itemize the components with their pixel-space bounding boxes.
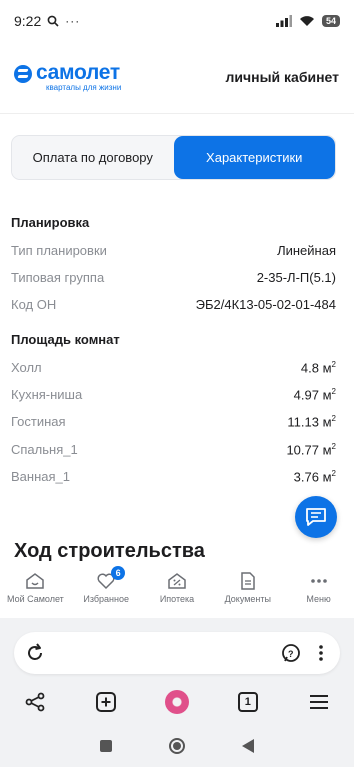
area-row-living: Гостиная 11.13 м2 xyxy=(11,414,336,429)
logo-mark-icon xyxy=(14,65,32,83)
row-value: 4.97 м2 xyxy=(293,387,336,403)
row-value: 11.13 м2 xyxy=(287,414,336,430)
personal-cabinet-link[interactable]: личный кабинет xyxy=(226,69,340,85)
nav-favorites[interactable]: 6 Избранное xyxy=(73,566,139,604)
tab-payment[interactable]: Оплата по договору xyxy=(12,136,174,179)
layout-row-group: Типовая группа 2-35-Л-П(5.1) xyxy=(11,270,336,285)
row-value: 10.77 м2 xyxy=(286,442,336,458)
row-label: Гостиная xyxy=(11,414,66,430)
row-label: Ванная_1 xyxy=(11,469,70,485)
row-value: 4.8 м2 xyxy=(300,360,336,376)
tab-count: 1 xyxy=(237,692,258,712)
browser-menu-button[interactable] xyxy=(301,687,337,717)
nav-mortgage[interactable]: Ипотека xyxy=(144,572,210,604)
home-system-button[interactable] xyxy=(162,731,192,761)
search-icon xyxy=(47,15,59,27)
row-label: Тип планировки xyxy=(11,243,107,258)
svg-text:?: ? xyxy=(288,649,294,659)
status-bar: 9:22 ··· 54 xyxy=(0,0,354,42)
nav-menu[interactable]: Меню xyxy=(286,572,352,604)
layout-section-title: Планировка xyxy=(11,215,90,230)
tabs-button[interactable]: 1 xyxy=(230,687,266,717)
back-system-button[interactable] xyxy=(233,731,263,761)
new-tab-button[interactable] xyxy=(88,687,124,717)
logo-name: самолет xyxy=(36,61,120,84)
status-time: 9:22 xyxy=(14,13,42,29)
share-button[interactable] xyxy=(17,687,53,717)
wifi-icon xyxy=(299,16,314,26)
recents-button[interactable] xyxy=(91,731,121,761)
area-section-title: Площадь комнат xyxy=(11,332,120,347)
browser-address-bar[interactable]: ? xyxy=(14,632,340,674)
battery-indicator: 54 xyxy=(321,15,340,27)
share-icon xyxy=(25,692,45,712)
row-label: Код ОН xyxy=(11,297,57,312)
area-row-bathroom: Ванная_1 3.76 м2 xyxy=(11,469,336,484)
row-value: Линейная xyxy=(277,243,336,258)
header-divider xyxy=(0,113,354,114)
more-dots-icon xyxy=(310,579,327,583)
reload-icon[interactable] xyxy=(24,642,46,664)
back-triangle-icon xyxy=(242,739,255,753)
row-label: Спальня_1 xyxy=(11,442,78,458)
area-row-kitchen: Кухня-ниша 4.97 м2 xyxy=(11,387,336,402)
samolet-logo[interactable]: самолет кварталы для жизни xyxy=(14,62,121,93)
app-bottom-nav: Мой Самолет 6 Избранное Ипотека Документ… xyxy=(0,562,354,618)
row-label: Холл xyxy=(11,360,42,376)
browser-toolbar: 1 xyxy=(0,684,354,720)
system-nav-bar xyxy=(0,728,354,764)
site-header: самолет кварталы для жизни личный кабине… xyxy=(0,58,354,98)
square-icon xyxy=(99,740,112,752)
area-row-bedroom: Спальня_1 10.77 м2 xyxy=(11,442,336,457)
logo-tagline: кварталы для жизни xyxy=(46,83,122,92)
alice-icon xyxy=(164,690,189,714)
tab-characteristics[interactable]: Характеристики xyxy=(173,136,335,179)
document-icon xyxy=(241,572,255,590)
tabs: Оплата по договору Характеристики xyxy=(11,135,336,180)
nav-my-samolet[interactable]: Мой Самолет xyxy=(2,572,68,604)
more-vertical-icon[interactable] xyxy=(312,642,330,664)
layout-row-type: Тип планировки Линейная xyxy=(11,243,336,258)
chat-button[interactable] xyxy=(295,496,337,538)
row-value: ЭБ2/4К13-05-02-01-484 xyxy=(195,297,336,312)
construction-heading: Ход строительства xyxy=(14,540,205,562)
row-value: 3.76 м2 xyxy=(293,469,336,485)
assistant-chat-icon[interactable]: ? xyxy=(280,642,302,664)
percent-house-icon xyxy=(168,573,186,589)
alice-assistant-button[interactable] xyxy=(159,687,195,717)
layout-row-code: Код ОН ЭБ2/4К13-05-02-01-484 xyxy=(11,297,336,312)
row-label: Типовая группа xyxy=(11,270,105,285)
home-icon xyxy=(26,573,45,589)
row-value: 2-35-Л-П(5.1) xyxy=(256,270,336,285)
signal-icon xyxy=(275,15,292,27)
plus-square-icon xyxy=(96,692,117,712)
area-row-hall: Холл 4.8 м2 xyxy=(11,360,336,375)
chat-icon xyxy=(306,508,326,526)
favorites-badge: 6 xyxy=(111,566,126,580)
circle-icon xyxy=(168,738,185,754)
nav-documents[interactable]: Документы xyxy=(215,572,281,604)
hamburger-icon xyxy=(309,695,328,709)
row-label: Кухня-ниша xyxy=(11,387,83,403)
more-notifications-icon: ··· xyxy=(65,14,81,28)
